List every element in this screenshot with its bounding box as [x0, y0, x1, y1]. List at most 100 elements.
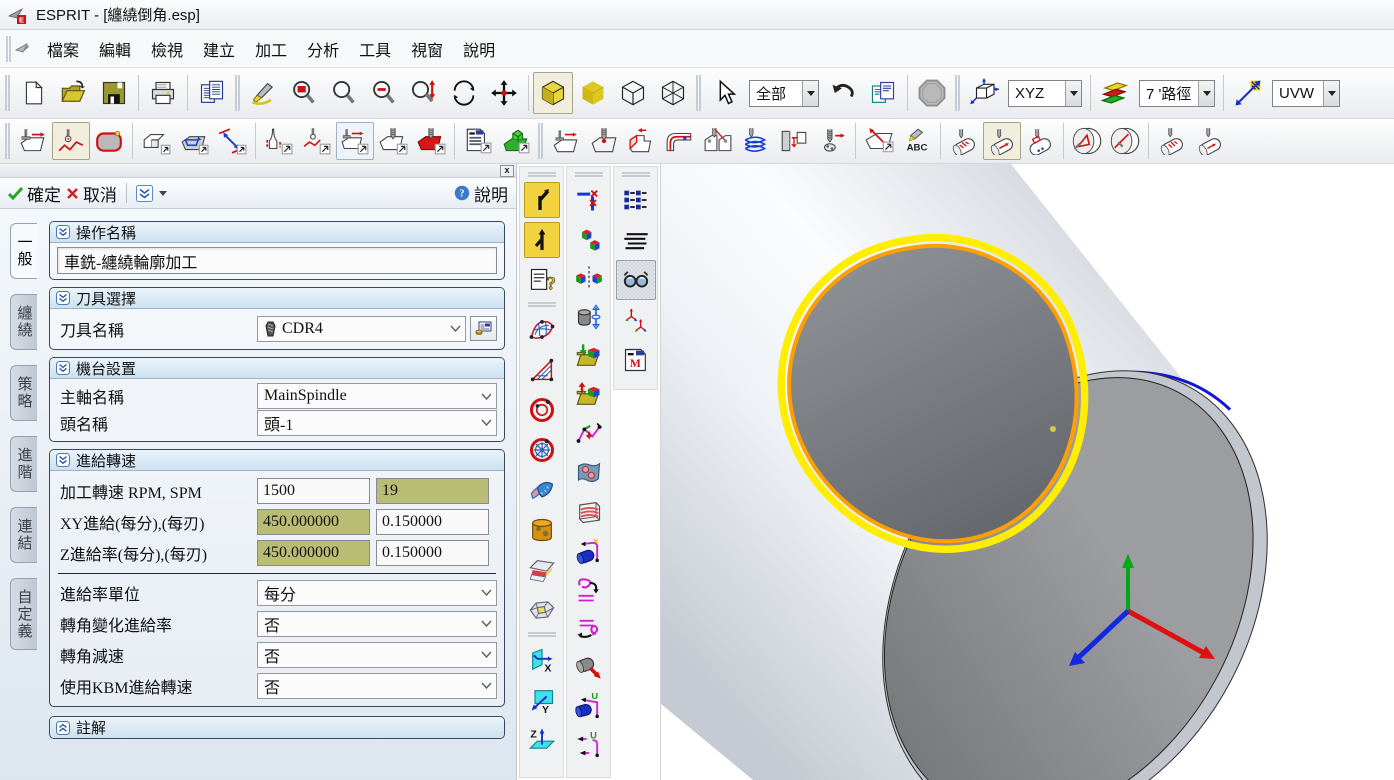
combo-arrow-icon[interactable]: [1065, 81, 1081, 106]
unwrap-path-button[interactable]: U: [569, 726, 609, 765]
toolbar-grip[interactable]: [575, 172, 603, 177]
loop-left-button[interactable]: [569, 609, 609, 648]
triad-pair-button[interactable]: [616, 300, 656, 340]
tab-custom[interactable]: 自定義: [10, 578, 37, 650]
z-feed-per-tooth-field[interactable]: 0.150000: [376, 540, 489, 566]
combo-chevron-icon[interactable]: [476, 411, 496, 435]
feed-unit-combo[interactable]: 每分: [257, 580, 497, 606]
ok-button[interactable]: 確定: [8, 181, 61, 206]
work-axes-button[interactable]: [964, 72, 1004, 114]
combo-chevron-icon[interactable]: [476, 643, 496, 667]
speed-rpm-field[interactable]: 1500: [257, 478, 370, 504]
turn-face-mill-button[interactable]: [14, 122, 52, 160]
zoom-window-button[interactable]: [284, 72, 324, 114]
options-dropdown-button[interactable]: [136, 185, 167, 202]
panel-dock-bar[interactable]: x: [0, 164, 516, 178]
corner-feed-combo[interactable]: 否: [257, 611, 497, 637]
menu-edit[interactable]: 編輯: [89, 33, 141, 65]
surface-triangle-button[interactable]: [522, 350, 562, 390]
help-page-button[interactable]: ?: [522, 260, 562, 300]
wall-cut-button[interactable]: [775, 122, 813, 160]
endpoint-trim-button[interactable]: [569, 180, 609, 219]
wrap-groove-button[interactable]: [1191, 122, 1229, 160]
open-file-button[interactable]: [54, 72, 94, 114]
collapse-chevron-icon[interactable]: [56, 361, 70, 375]
collapse-chevron-icon[interactable]: [56, 453, 70, 467]
face-mill-button[interactable]: [336, 122, 374, 160]
viewport[interactable]: [660, 164, 1394, 780]
cylinder-eject-button[interactable]: [569, 648, 609, 687]
chamfer-mill-button[interactable]: [860, 122, 898, 160]
collapse-chevron-icon[interactable]: [56, 225, 70, 239]
cylinder-solid-button[interactable]: [522, 510, 562, 550]
layer-combo[interactable]: 7 '路徑: [1139, 80, 1215, 107]
solid-export-button[interactable]: [569, 375, 609, 414]
toolbar-grip[interactable]: [5, 123, 7, 159]
menu-grip[interactable]: [6, 36, 8, 62]
step-pocket-button[interactable]: [623, 122, 661, 160]
merge-button[interactable]: [524, 222, 560, 258]
xy-feed-per-min-field[interactable]: 450.000000: [257, 509, 370, 535]
group-comment-header[interactable]: 註解: [50, 717, 504, 738]
head-name-combo[interactable]: 頭-1: [257, 410, 497, 436]
collapse-chevron-icon[interactable]: [56, 291, 70, 305]
hole-group-button[interactable]: [699, 122, 737, 160]
loop-right-button[interactable]: [569, 570, 609, 609]
menu-file[interactable]: 檔案: [37, 33, 89, 65]
combo-chevron-icon[interactable]: [476, 612, 496, 636]
workplane-combo[interactable]: UVW: [1272, 80, 1340, 107]
wrap-chamfer-button[interactable]: [983, 122, 1021, 160]
menu-create[interactable]: 建立: [193, 33, 245, 65]
new-document-button[interactable]: [14, 72, 54, 114]
speed-spm-field[interactable]: 19: [376, 478, 489, 504]
cancel-button[interactable]: 取消: [66, 181, 117, 206]
expand-chevron-icon[interactable]: [56, 721, 70, 735]
group-operation-header[interactable]: 操作名稱: [50, 222, 504, 243]
tool-name-combo[interactable]: CDR4: [257, 316, 466, 342]
tool-library-button[interactable]: [470, 316, 497, 341]
solid-import-button[interactable]: [569, 336, 609, 375]
stop-button[interactable]: [912, 72, 952, 114]
combo-chevron-icon[interactable]: [476, 674, 496, 698]
surface-net-button[interactable]: [522, 310, 562, 350]
index-face-button[interactable]: [1068, 122, 1106, 160]
circle-points-button[interactable]: [522, 390, 562, 430]
select-button[interactable]: [705, 72, 745, 114]
combo-chevron-icon[interactable]: [476, 581, 496, 605]
menu-tools[interactable]: 工具: [349, 33, 401, 65]
menu-view[interactable]: 檢視: [141, 33, 193, 65]
tab-wrap[interactable]: 纏繞: [10, 294, 37, 350]
surface-pair-button[interactable]: [522, 470, 562, 510]
combo-arrow-icon[interactable]: [802, 81, 818, 106]
surface-holes-button[interactable]: [569, 453, 609, 492]
panel-close-button[interactable]: x: [500, 165, 514, 177]
wireframe-view-button[interactable]: [613, 72, 653, 114]
print-button[interactable]: [143, 72, 183, 114]
combo-chevron-icon[interactable]: [476, 384, 496, 408]
zoom-extents-button[interactable]: [404, 72, 444, 114]
engrave-text-button[interactable]: ABC: [898, 122, 936, 160]
path-edit-button[interactable]: [569, 414, 609, 453]
rough-pocket-button[interactable]: [412, 122, 450, 160]
profile-step-button[interactable]: [137, 122, 175, 160]
contour-path-button[interactable]: [298, 122, 336, 160]
cylinder-unwrap-button[interactable]: U: [569, 687, 609, 726]
save-button[interactable]: [94, 72, 134, 114]
toolbar-grip[interactable]: [696, 75, 698, 111]
viewport-canvas[interactable]: [661, 164, 1394, 780]
solid-copy-button[interactable]: [569, 219, 609, 258]
corner-finish-button[interactable]: [661, 122, 699, 160]
combo-arrow-icon[interactable]: [1198, 81, 1214, 106]
surface-strip-button[interactable]: [522, 550, 562, 590]
line-stack-button[interactable]: [616, 220, 656, 260]
tab-strategy[interactable]: 策略: [10, 365, 37, 421]
solid-facet-button[interactable]: [522, 590, 562, 630]
wrap-profile-button[interactable]: [945, 122, 983, 160]
tab-links[interactable]: 連結: [10, 507, 37, 563]
toolbar-grip[interactable]: [528, 172, 556, 177]
toolbar-grip[interactable]: [955, 75, 957, 111]
toolbar-grip[interactable]: [528, 632, 556, 637]
macro-sheet-button[interactable]: M: [616, 340, 656, 380]
toolbar-grip[interactable]: [235, 75, 237, 111]
group-feeds-header[interactable]: 進給轉速: [50, 450, 504, 471]
